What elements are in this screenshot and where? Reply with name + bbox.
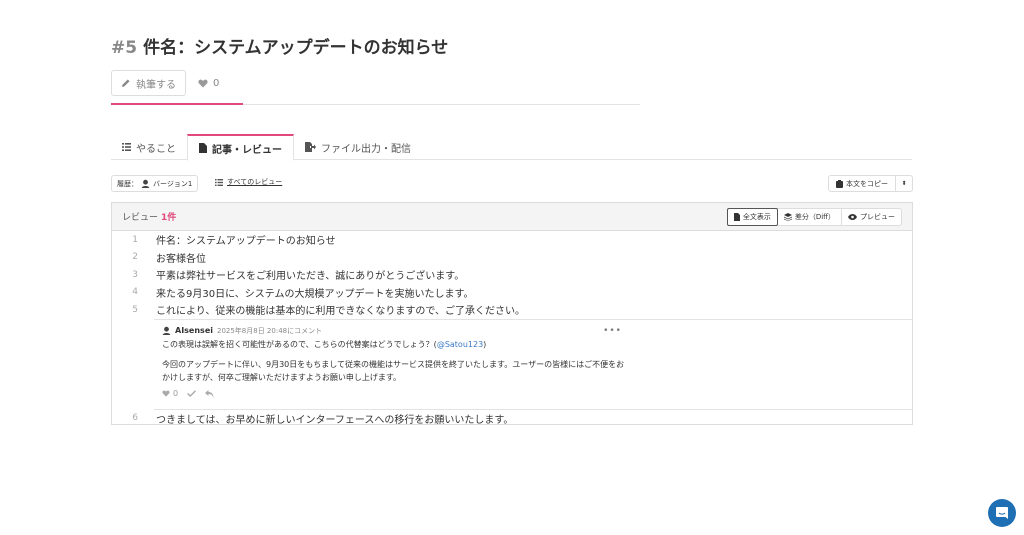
copy-label: 本文をコピー	[846, 179, 888, 188]
tab-article-review[interactable]: 記事・レビュー	[187, 134, 294, 161]
file-icon	[199, 143, 207, 153]
eye-icon	[848, 214, 857, 220]
line-number: 6	[132, 413, 138, 424]
like-button[interactable]: 0	[198, 78, 219, 89]
list-icon	[215, 178, 223, 186]
avatar-icon	[141, 179, 150, 188]
version-label: バージョン1	[153, 179, 193, 188]
chat-launcher-button[interactable]	[988, 499, 1016, 527]
line-text: これにより、従来の機能は基本的に利用できなくなりますので、ご了承ください。	[156, 306, 525, 318]
text-line[interactable]: 3 平素は弊社サービスをご利用いただき、誠にありがとうございます。	[112, 266, 912, 284]
file-export-icon	[305, 142, 316, 152]
view-mode-group: 全文表示 差分（Diff） プレビュー	[726, 208, 902, 226]
text-line[interactable]: 2 お客様各位	[112, 249, 912, 267]
all-reviews-link[interactable]: すべてのレビュー	[215, 177, 282, 187]
tab-bar: やること 記事・レビュー ファイル出力・配信	[111, 134, 912, 161]
action-row: 執筆する 0	[111, 70, 219, 96]
line-number: 3	[132, 269, 138, 280]
comment-header: AIsensei 2025年8月8日 20:48にコメント	[162, 324, 912, 338]
list-icon	[122, 143, 131, 151]
review-header: レビュー 1件 全文表示 差分（Diff） プレビュー	[112, 203, 912, 231]
avatar-icon	[162, 326, 171, 335]
tab-file-output[interactable]: ファイル出力・配信	[294, 134, 422, 160]
review-comment: AIsensei 2025年8月8日 20:48にコメント ••• この表現は誤…	[154, 318, 912, 410]
tab-label: 記事・レビュー	[212, 144, 282, 156]
copy-body-button[interactable]: 本文をコピー ⬍	[828, 175, 913, 192]
like-count: 0	[213, 77, 220, 89]
reply-icon[interactable]	[205, 389, 214, 398]
text-line[interactable]: 1 件名：システムアップデートのお知らせ	[112, 231, 912, 249]
title-text: 件名：システムアップデートのお知らせ	[143, 38, 449, 58]
view-label: プレビュー	[860, 213, 895, 221]
more-options-icon[interactable]: •••	[603, 326, 622, 336]
copy-dropdown-caret[interactable]: ⬍	[896, 180, 912, 187]
comment-author[interactable]: AIsensei	[175, 326, 213, 335]
heart-icon	[198, 79, 208, 87]
comment-like-count: 0	[173, 389, 179, 398]
comment-like-button[interactable]: 0	[162, 389, 178, 398]
text-line[interactable]: 6 つきましては、お早めに新しいインターフェースへの移行をお願いいたします。	[112, 410, 912, 428]
mention-link[interactable]: @Satou123	[437, 340, 483, 349]
file-icon	[733, 213, 740, 221]
line-text: 来たる9月30日に、システムの大規模アップデートを実施いたします。	[156, 288, 474, 300]
line-text: 件名：システムアップデートのお知らせ	[156, 236, 336, 248]
view-label: 全文表示	[742, 213, 771, 221]
line-text: お客様各位	[156, 253, 206, 265]
line-number: 2	[132, 252, 138, 263]
layers-icon	[783, 213, 792, 221]
comment-time: 2025年8月8日 20:48にコメント	[216, 326, 323, 335]
preview-view-button[interactable]: プレビュー	[842, 209, 901, 225]
review-label: レビュー	[122, 213, 159, 223]
view-label: 差分（Diff）	[794, 213, 835, 221]
review-panel: レビュー 1件 全文表示 差分（Diff） プレビュー 1 件名：システムアップデー…	[111, 202, 913, 428]
diff-view-button[interactable]: 差分（Diff）	[778, 209, 842, 225]
line-number: 4	[132, 287, 138, 298]
line-text: つきましては、お早めに新しいインターフェースへの移行をお願いいたします。	[156, 414, 514, 426]
comment-body: この表現は誤解を招く可能性があるので、こちらの代替案はどうでしょう？(@Sato…	[162, 339, 912, 352]
all-reviews-label: すべてのレビュー	[227, 178, 283, 186]
history-label: 履歴：	[117, 179, 138, 188]
line-number: 5	[132, 304, 138, 315]
comment-text-end: )	[483, 339, 487, 349]
text-line[interactable]: 5 これにより、従来の機能は基本的に利用できなくなりますので、ご了承ください。	[112, 301, 912, 319]
comment-suggestion: 今回のアップデートに伴い、9月30日をもちまして従来の機能はサービス提供を終了い…	[162, 360, 625, 382]
clipboard-icon	[836, 179, 843, 188]
tab-label: ファイル出力・配信	[321, 143, 411, 155]
write-label: 執筆する	[136, 79, 176, 91]
full-text-view-button[interactable]: 全文表示	[726, 208, 778, 226]
review-count: 1件	[161, 213, 177, 223]
line-text: 平素は弊社サービスをご利用いただき、誠にありがとうございます。	[156, 271, 465, 283]
tab-label: やること	[136, 143, 176, 155]
issue-number: #5	[111, 38, 138, 58]
history-selector[interactable]: 履歴： バージョン1	[111, 175, 199, 192]
progress-fill	[111, 103, 243, 105]
copy-main[interactable]: 本文をコピー	[829, 176, 896, 191]
heart-icon	[162, 390, 170, 397]
line-number: 1	[132, 234, 138, 245]
write-button[interactable]: 執筆する	[111, 70, 186, 96]
chat-icon	[996, 507, 1008, 519]
comment-actions: 0	[162, 389, 912, 398]
check-icon[interactable]	[187, 390, 197, 397]
pencil-icon	[122, 79, 130, 87]
tab-todo[interactable]: やること	[111, 134, 187, 160]
page-title: #5 件名：システムアップデートのお知らせ	[111, 33, 448, 58]
comment-text: この表現は誤解を招く可能性があるので、こちらの代替案はどうでしょう？(	[162, 339, 437, 349]
text-line[interactable]: 4 来たる9月30日に、システムの大規模アップデートを実施いたします。	[112, 284, 912, 302]
